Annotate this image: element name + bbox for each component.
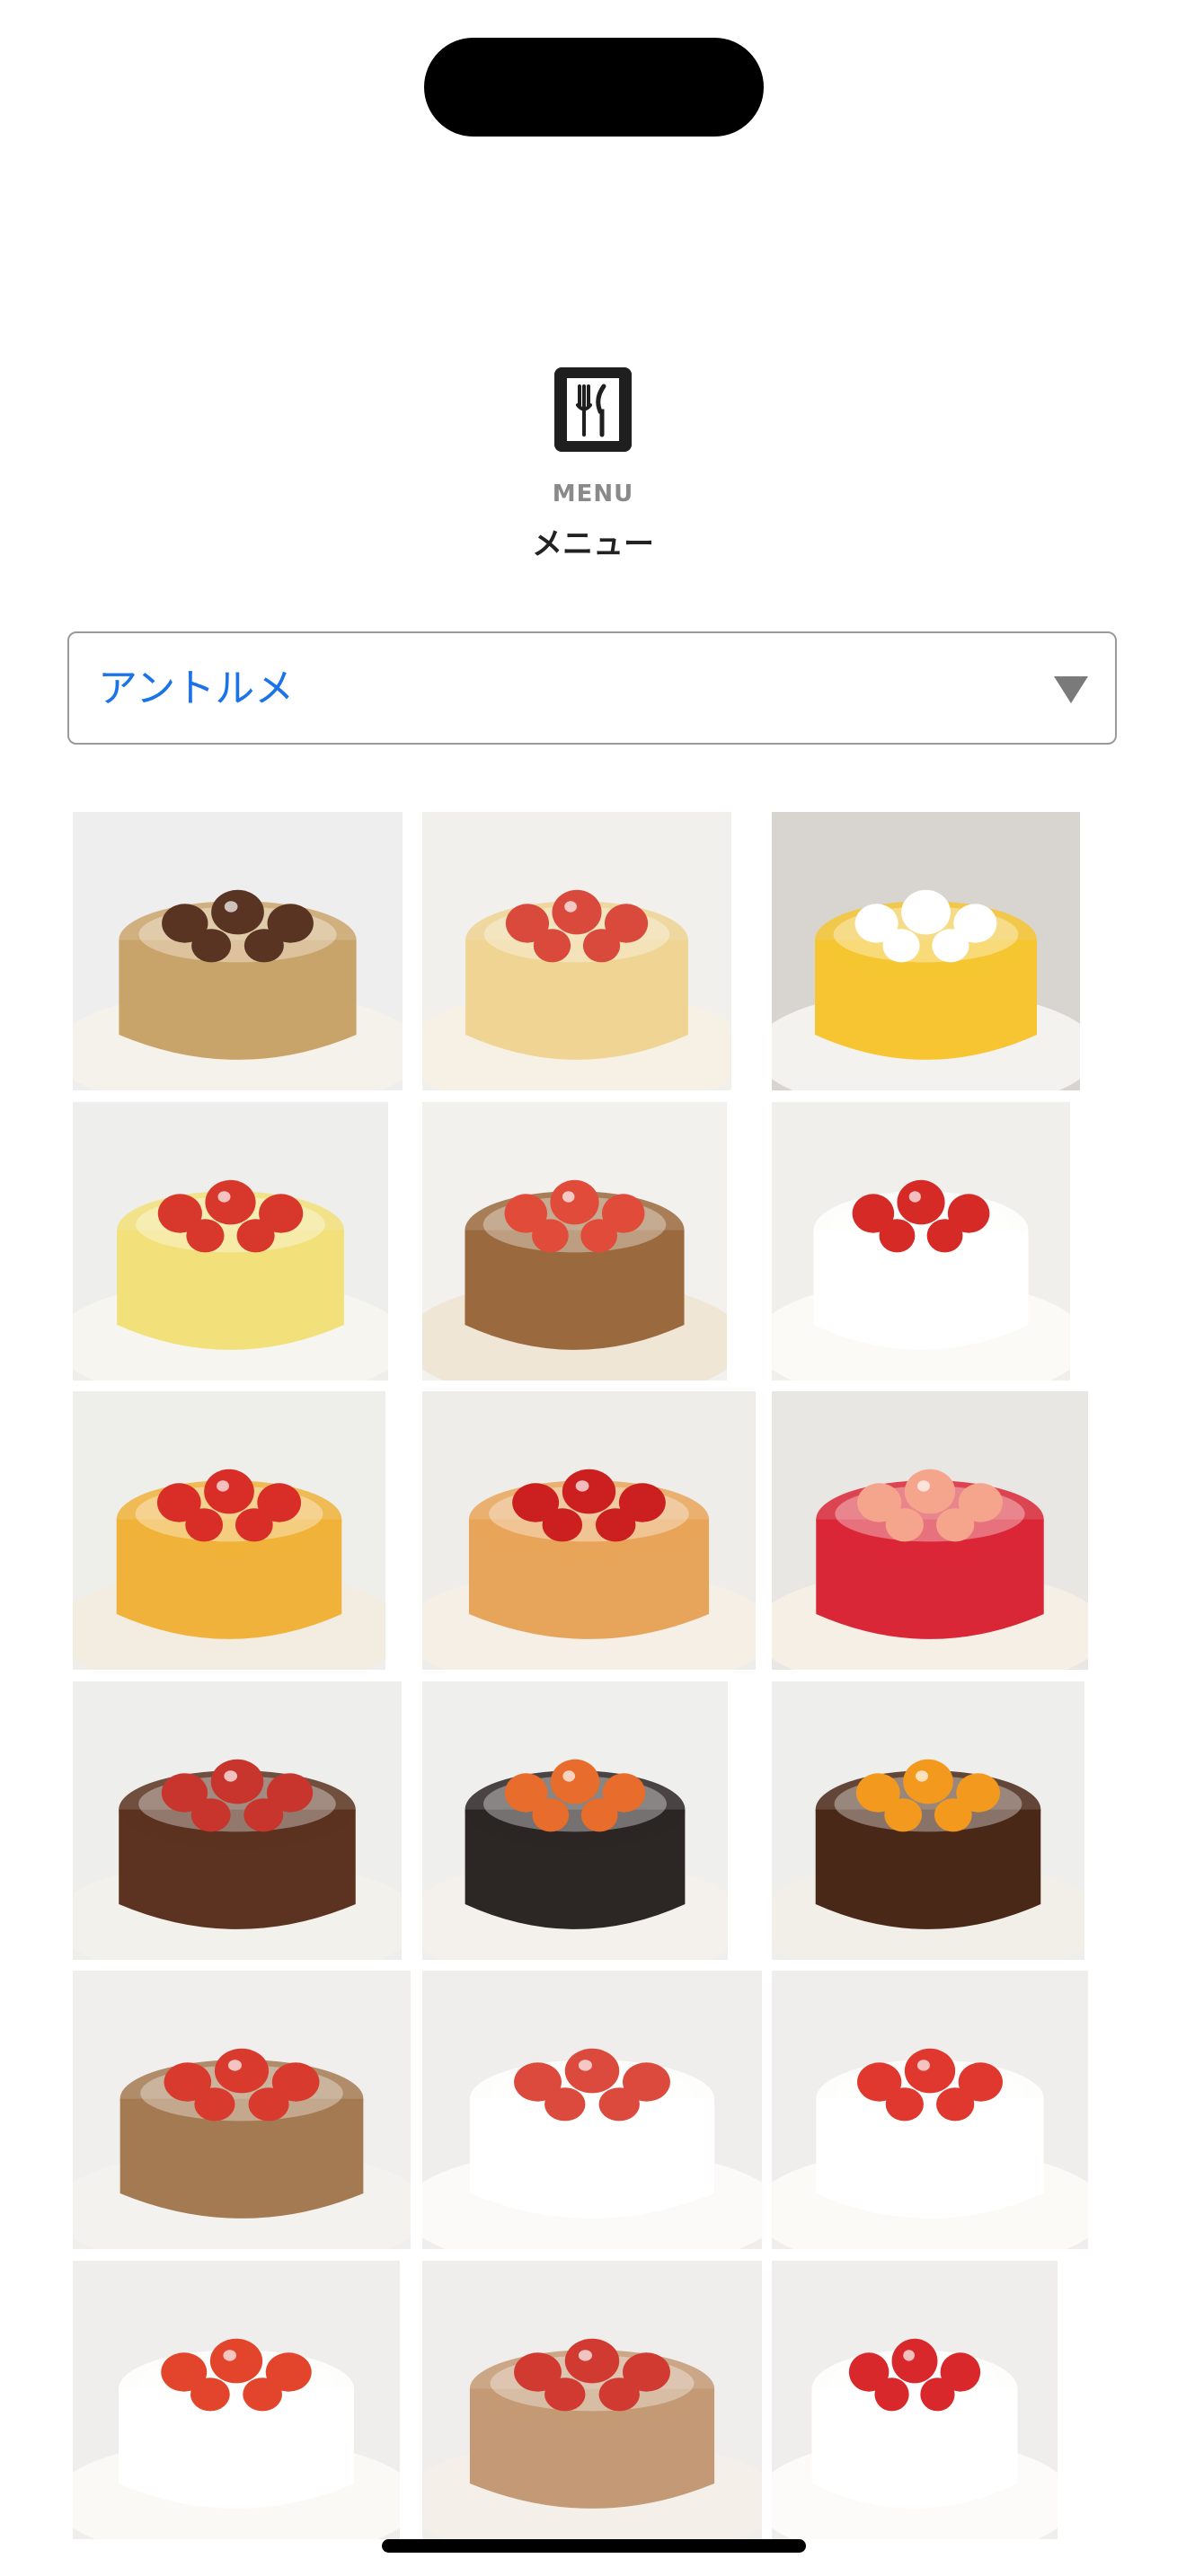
product-image[interactable]: [772, 812, 1080, 1090]
fruit-deco-cake-photo: [73, 2261, 400, 2539]
strawberry-flower-cake-photo: [772, 1971, 1088, 2249]
product-image[interactable]: [422, 1102, 727, 1381]
strawberry-fruit-tart-photo: [73, 1391, 385, 1670]
product-image[interactable]: [73, 812, 403, 1090]
product-image[interactable]: [422, 1391, 756, 1670]
chocolate-log-cake-photo: [73, 1681, 402, 1960]
chocolate-fruit-gateau-photo: [422, 1681, 728, 1960]
product-image[interactable]: [772, 2261, 1058, 2539]
product-image[interactable]: [73, 1681, 402, 1960]
fruit-cheese-tart-photo: [422, 812, 731, 1090]
product-image[interactable]: [772, 1391, 1088, 1670]
category-select[interactable]: アントルメ: [67, 631, 1117, 745]
product-image[interactable]: [422, 1681, 728, 1960]
product-image[interactable]: [772, 1102, 1070, 1381]
mont-blanc-cake-photo: [73, 812, 403, 1090]
menu-label-jp: メニュー: [532, 526, 654, 562]
fork-knife-icon: [554, 367, 632, 452]
chocolate-orange-cake-photo: [772, 1681, 1084, 1960]
category-select-value: アントルメ: [98, 666, 295, 711]
menu-label-en: MENU: [552, 481, 634, 507]
product-image[interactable]: [422, 2261, 762, 2539]
product-image[interactable]: [772, 1681, 1084, 1960]
product-image[interactable]: [772, 1971, 1088, 2249]
product-image[interactable]: [73, 1102, 388, 1381]
chocolate-fruit-cake-photo: [73, 1971, 411, 2249]
product-image[interactable]: [73, 1971, 411, 2249]
dropdown-arrow-icon: [1054, 676, 1088, 703]
souffle-cheesecake-photo: [772, 812, 1080, 1090]
product-image[interactable]: [422, 1971, 762, 2249]
strawberry-shortcake-photo: [772, 1102, 1070, 1381]
product-image[interactable]: [73, 2261, 400, 2539]
bear-face-cake-photo: [422, 1971, 762, 2249]
product-image[interactable]: [422, 812, 731, 1090]
product-image[interactable]: [73, 1391, 385, 1670]
fruit-choux-cake-photo: [73, 1102, 388, 1381]
menu-header: [0, 365, 1186, 458]
white-strawberry-cake-photo: [772, 2261, 1058, 2539]
dynamic-island: [424, 38, 764, 137]
santa-strawberry-mousse-photo: [772, 1391, 1088, 1670]
strawberry-tart-photo: [422, 1391, 756, 1670]
bear-character-cake-photo: [422, 1102, 727, 1381]
home-indicator: [382, 2539, 806, 2553]
chocolate-cream-cake-photo: [422, 2261, 762, 2539]
